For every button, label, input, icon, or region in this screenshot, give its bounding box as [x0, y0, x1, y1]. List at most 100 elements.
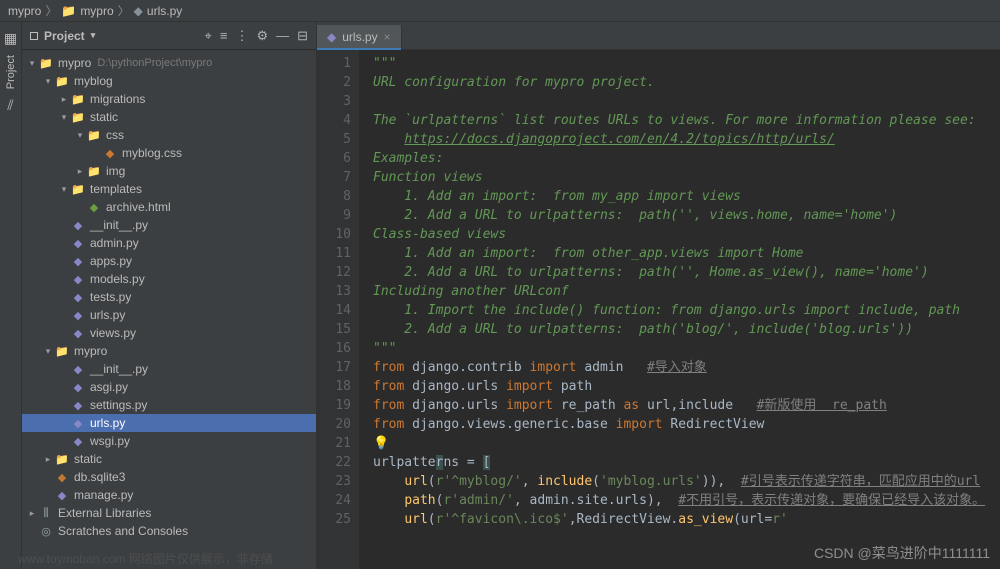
left-tool-strip: ▦ Project ⫽	[0, 22, 22, 569]
project-panel-title[interactable]: Project ▾	[30, 29, 95, 43]
tree-arrow-icon[interactable]: ▾	[74, 130, 86, 141]
tree-node-icon: ◆	[70, 435, 86, 448]
tree-row[interactable]: ◆apps.py	[22, 252, 316, 270]
tree-row[interactable]: ▾📁myproD:\pythonProject\mypro	[22, 54, 316, 72]
code-line[interactable]: """	[373, 54, 1000, 73]
tree-arrow-icon[interactable]: ▾	[58, 112, 70, 123]
code-line[interactable]: Function views	[373, 168, 1000, 187]
tree-row[interactable]: ◆archive.html	[22, 198, 316, 216]
line-number: 13	[317, 282, 351, 301]
tree-row[interactable]: ◆admin.py	[22, 234, 316, 252]
code-line[interactable]: 💡	[373, 434, 1000, 453]
project-tree[interactable]: ▾📁myproD:\pythonProject\mypro▾📁myblog▸📁m…	[22, 50, 316, 569]
gear-icon[interactable]: ⚙	[256, 28, 268, 44]
code-line[interactable]: """	[373, 339, 1000, 358]
tree-arrow-icon[interactable]: ▾	[42, 76, 54, 87]
tree-node-icon: ◆	[70, 381, 86, 394]
code-line[interactable]: 2. Add a URL to urlpatterns: path('', vi…	[373, 206, 1000, 225]
line-number: 6	[317, 149, 351, 168]
breadcrumb-file[interactable]: urls.py	[147, 4, 182, 18]
expand-icon[interactable]: ≡	[220, 28, 228, 44]
tree-row[interactable]: ◆settings.py	[22, 396, 316, 414]
tree-row[interactable]: ▸📁static	[22, 450, 316, 468]
tree-row[interactable]: ◆asgi.py	[22, 378, 316, 396]
editor-tab-urls[interactable]: ◆ urls.py ×	[317, 25, 402, 49]
line-number: 24	[317, 491, 351, 510]
tree-arrow-icon[interactable]: ▸	[26, 508, 38, 519]
tree-row[interactable]: ▾📁static	[22, 108, 316, 126]
line-gutter: 1234567891011121314151617181920212223242…	[317, 50, 359, 569]
tree-node-icon: 📁	[86, 129, 102, 142]
tree-row[interactable]: ▾📁myblog	[22, 72, 316, 90]
code-line[interactable]: url(r'^myblog/', include('myblog.urls'))…	[373, 472, 1000, 491]
code-line[interactable]	[373, 92, 1000, 111]
tree-node-label: static	[74, 452, 102, 466]
code-line[interactable]: 1. Import the include() function: from d…	[373, 301, 1000, 320]
tree-node-label: myblog.css	[122, 146, 182, 160]
code-area[interactable]: """URL configuration for mypro project.T…	[359, 50, 1000, 569]
tree-row[interactable]: ◎Scratches and Consoles	[22, 522, 316, 540]
code-line[interactable]: URL configuration for mypro project.	[373, 73, 1000, 92]
tree-node-icon: 📁	[38, 57, 54, 70]
tree-arrow-icon[interactable]: ▾	[58, 184, 70, 195]
tree-row[interactable]: ▸📁img	[22, 162, 316, 180]
code-line[interactable]: Class-based views	[373, 225, 1000, 244]
code-line[interactable]: Examples:	[373, 149, 1000, 168]
code-line[interactable]: from django.views.generic.base import Re…	[373, 415, 1000, 434]
code-line[interactable]: 1. Add an import: from my_app import vie…	[373, 187, 1000, 206]
code-line[interactable]: 2. Add a URL to urlpatterns: path('blog/…	[373, 320, 1000, 339]
divider-icon: ⋮	[235, 28, 248, 44]
code-line[interactable]: from django.urls import re_path as url,i…	[373, 396, 1000, 415]
locate-icon[interactable]: ⌖	[205, 28, 212, 44]
tree-arrow-icon[interactable]: ▾	[26, 58, 38, 69]
tree-arrow-icon[interactable]: ▸	[42, 454, 54, 465]
line-number: 1	[317, 54, 351, 73]
line-number: 22	[317, 453, 351, 472]
structure-tool-icon[interactable]: ⫽	[7, 97, 13, 114]
tree-row[interactable]: ▸⫼External Libraries	[22, 504, 316, 522]
code-line[interactable]: 2. Add a URL to urlpatterns: path('', Ho…	[373, 263, 1000, 282]
code-line[interactable]: url(r'^favicon\.ico$',RedirectView.as_vi…	[373, 510, 1000, 529]
code-line[interactable]: from django.urls import path	[373, 377, 1000, 396]
breadcrumb-folder[interactable]: mypro	[80, 4, 113, 18]
tree-row[interactable]: ◆db.sqlite3	[22, 468, 316, 486]
tree-row[interactable]: ◆__init__.py	[22, 216, 316, 234]
tree-row[interactable]: ▸📁migrations	[22, 90, 316, 108]
tree-node-label: img	[106, 164, 125, 178]
code-line[interactable]: Including another URLconf	[373, 282, 1000, 301]
tree-row[interactable]: ◆models.py	[22, 270, 316, 288]
project-tool-icon[interactable]: ▦	[4, 30, 17, 47]
tree-row[interactable]: ◆urls.py	[22, 414, 316, 432]
code-line[interactable]: urlpatterns = [	[373, 453, 1000, 472]
collapse-icon[interactable]: —	[276, 28, 289, 44]
tree-row[interactable]: ▾📁templates	[22, 180, 316, 198]
tree-row[interactable]: ◆__init__.py	[22, 360, 316, 378]
code-line[interactable]: https://docs.djangoproject.com/en/4.2/to…	[373, 130, 1000, 149]
line-number: 23	[317, 472, 351, 491]
hide-icon[interactable]: ⊟	[297, 28, 308, 44]
tree-row[interactable]: ◆manage.py	[22, 486, 316, 504]
tree-arrow-icon[interactable]: ▸	[74, 166, 86, 177]
close-icon[interactable]: ×	[384, 30, 391, 44]
tree-row[interactable]: ◆views.py	[22, 324, 316, 342]
editor-body[interactable]: 1234567891011121314151617181920212223242…	[317, 50, 1000, 569]
code-line[interactable]: from django.contrib import admin #导入对象	[373, 358, 1000, 377]
tree-node-icon: ◆	[70, 363, 86, 376]
tree-node-icon: ◆	[102, 147, 118, 160]
tree-node-label: myblog	[74, 74, 113, 88]
code-line[interactable]: path(r'admin/', admin.site.urls), #不用引号，…	[373, 491, 1000, 510]
tree-node-label: views.py	[90, 326, 136, 340]
breadcrumb-root[interactable]: mypro	[8, 4, 41, 18]
project-tool-label[interactable]: Project	[5, 55, 17, 89]
tree-node-label: urls.py	[90, 308, 125, 322]
tree-arrow-icon[interactable]: ▸	[58, 94, 70, 105]
tree-row[interactable]: ◆tests.py	[22, 288, 316, 306]
tree-row[interactable]: ▾📁css	[22, 126, 316, 144]
tree-row[interactable]: ◆ myblog.css	[22, 144, 316, 162]
code-line[interactable]: 1. Add an import: from other_app.views i…	[373, 244, 1000, 263]
tree-row[interactable]: ▾📁mypro	[22, 342, 316, 360]
code-line[interactable]: The `urlpatterns` list routes URLs to vi…	[373, 111, 1000, 130]
tree-row[interactable]: ◆urls.py	[22, 306, 316, 324]
tree-arrow-icon[interactable]: ▾	[42, 346, 54, 357]
tree-row[interactable]: ◆wsgi.py	[22, 432, 316, 450]
